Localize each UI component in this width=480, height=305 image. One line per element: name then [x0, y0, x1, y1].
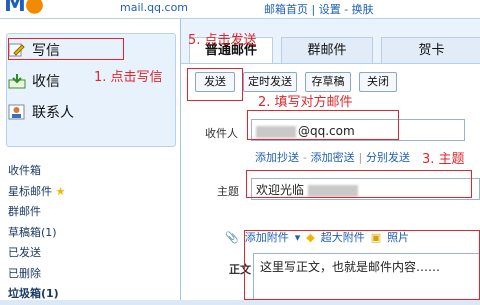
timed-send-button[interactable]: 定时发送 — [243, 72, 297, 92]
add-cc-link[interactable]: 添加抄送 — [255, 151, 299, 164]
annotation-box-write — [8, 38, 124, 60]
top-bar: M● mail.qq.com 邮箱首页 | 设置 - 换肤 — [0, 0, 480, 19]
folder-starred[interactable]: 星标邮件 ★ — [8, 182, 178, 203]
annotation-box-recipient — [247, 110, 399, 140]
subject-label: 主题 — [217, 185, 239, 198]
close-button[interactable]: 关闭 — [359, 72, 397, 92]
folder-group[interactable]: 群邮件 — [8, 202, 178, 223]
folder-inbox[interactable]: 收件箱 — [8, 161, 178, 182]
paperclip-icon: 📎 — [225, 230, 239, 244]
tab-group-mail[interactable]: 群邮件 — [281, 37, 373, 64]
contacts-label: 联系人 — [32, 105, 74, 121]
mail-url: mail.qq.com — [120, 1, 189, 14]
separate-send-link[interactable]: 分别发送 — [366, 151, 410, 164]
inbox-label: 收信 — [32, 74, 60, 90]
folder-list: 收件箱 星标邮件 ★ 群邮件 草稿箱(1) 已发送 已删除 垃圾箱(1) — [8, 161, 178, 305]
folder-sent[interactable]: 已发送 — [8, 243, 178, 264]
folder-deleted[interactable]: 已删除 — [8, 264, 178, 285]
qq-mail-logo: M● — [4, 0, 44, 17]
top-links[interactable]: 邮箱首页 | 设置 - 换肤 — [264, 1, 374, 17]
star-icon: ★ — [55, 184, 66, 198]
sidebar: 写信 收信 联系人 收件箱 星标邮件 ★ 群邮件 草稿箱(1) 已发送 已删除 … — [0, 19, 181, 300]
inbox-button[interactable]: 收信 — [8, 69, 60, 93]
annotation-box-send — [187, 68, 243, 101]
annotation-step-1: 1. 点击写信 — [94, 70, 163, 85]
annotation-step-3: 3. 主题 — [422, 152, 465, 167]
contacts-icon — [8, 104, 26, 120]
folder-spam[interactable]: 垃圾箱(1) — [8, 284, 178, 305]
annotation-box-body — [244, 230, 480, 300]
tab-greeting-card[interactable]: 贺卡 — [381, 37, 480, 64]
annotation-box-subject — [246, 170, 472, 198]
cc-links: 添加抄送 - 添加密送 | 分别发送 — [255, 151, 411, 164]
contacts-button[interactable]: 联系人 — [8, 100, 74, 124]
inbox-icon — [8, 73, 26, 89]
save-draft-button[interactable]: 存草稿 — [305, 72, 351, 92]
to-label: 收件人 — [205, 127, 238, 140]
add-bcc-link[interactable]: 添加密送 — [311, 151, 355, 164]
annotation-step-2: 2. 填写对方邮件 — [258, 95, 353, 110]
annotation-step-5: 5. 点击发送 — [188, 33, 257, 48]
folder-drafts[interactable]: 草稿箱(1) — [8, 223, 178, 244]
